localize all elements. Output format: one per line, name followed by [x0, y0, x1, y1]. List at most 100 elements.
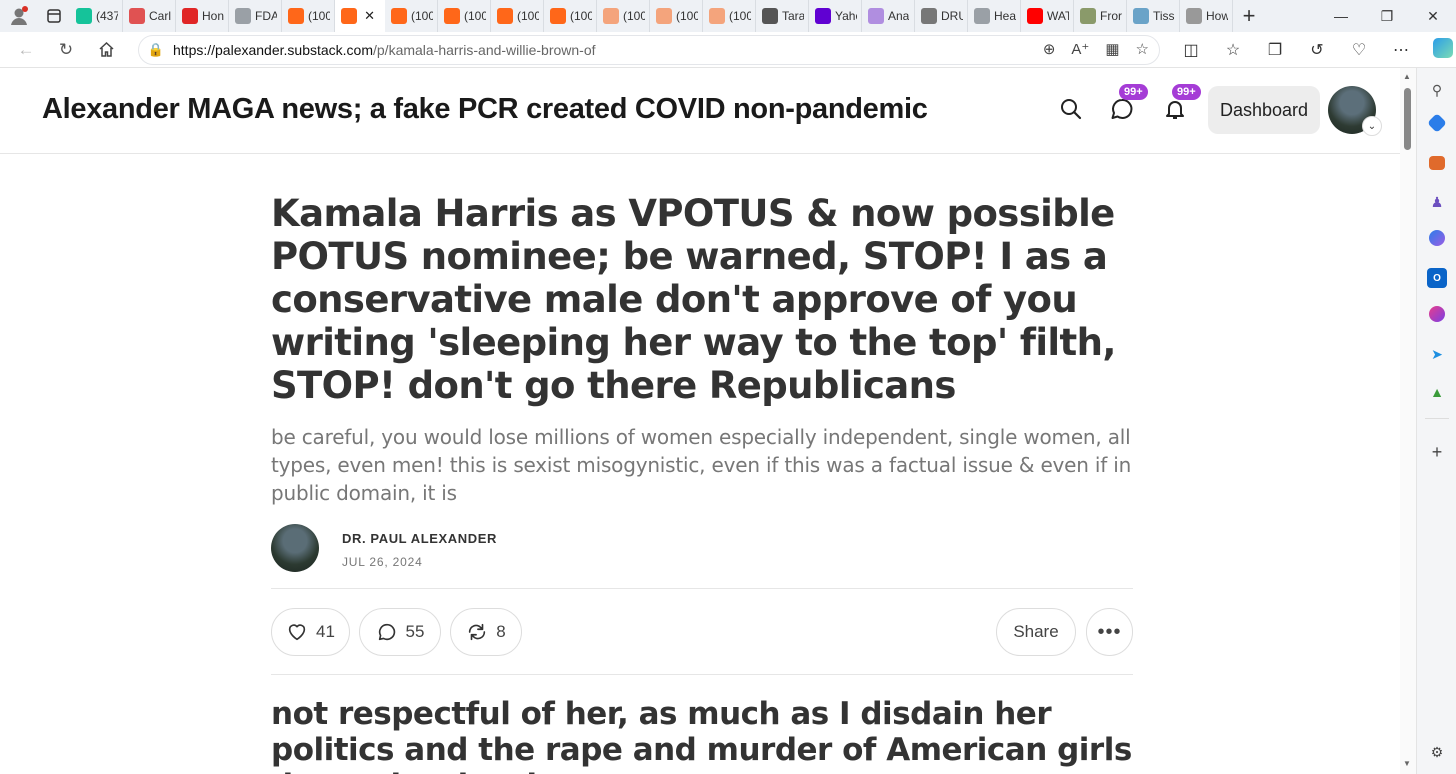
- profile-icon[interactable]: [0, 0, 38, 32]
- restack-button[interactable]: 8: [450, 608, 522, 656]
- tab-label: (100: [308, 9, 330, 23]
- like-button[interactable]: 41: [271, 608, 350, 656]
- browser-tab[interactable]: Yaho: [809, 0, 862, 32]
- tools-icon[interactable]: [1429, 156, 1445, 170]
- tab-active[interactable]: ✕: [335, 0, 385, 32]
- settings-icon[interactable]: ⚙: [1427, 742, 1447, 762]
- maximize-icon[interactable]: ❐: [1364, 0, 1410, 32]
- youtube-icon: [129, 8, 145, 24]
- tab-label: DRU: [941, 9, 963, 23]
- chat-badge: 99+: [1119, 84, 1148, 100]
- browser-tab[interactable]: Tara: [756, 0, 809, 32]
- refresh-icon[interactable]: ↻: [46, 32, 86, 68]
- tab-label: Fror: [1100, 9, 1122, 23]
- window-controls: — ❐ ✕: [1318, 0, 1456, 32]
- scrollbar-thumb[interactable]: [1404, 88, 1411, 150]
- add-sidebar-icon[interactable]: +: [1427, 442, 1447, 462]
- browser-tab[interactable]: WAT: [1021, 0, 1074, 32]
- scroll-up-icon[interactable]: ▲: [1403, 72, 1411, 81]
- site-title[interactable]: Alexander MAGA news; a fake PCR created …: [42, 93, 928, 126]
- url-path: /p/kamala-harris-and-willie-brown-of: [373, 42, 596, 58]
- browser-tab[interactable]: Hea: [968, 0, 1021, 32]
- user-avatar[interactable]: ⌄: [1328, 86, 1382, 136]
- browser-essentials-icon[interactable]: ♡: [1338, 40, 1380, 60]
- browser-tab[interactable]: (100: [703, 0, 756, 32]
- comment-button[interactable]: 55: [359, 608, 441, 656]
- history-icon[interactable]: ↺: [1296, 40, 1338, 60]
- browser-tab[interactable]: Carl: [123, 0, 176, 32]
- browser-tab[interactable]: DRU: [915, 0, 968, 32]
- author-name[interactable]: DR. PAUL ALEXANDER: [342, 531, 497, 546]
- minimize-icon[interactable]: —: [1318, 0, 1364, 32]
- notifications-icon[interactable]: 99+: [1160, 84, 1201, 124]
- url-bar[interactable]: 🔒 https://palexander.substack.com/p/kama…: [138, 35, 1160, 65]
- favorites-icon[interactable]: ☆: [1212, 40, 1254, 60]
- games-icon[interactable]: ♟: [1427, 192, 1447, 212]
- browser-tab[interactable]: FDA: [229, 0, 282, 32]
- browser-tab[interactable]: (100: [385, 0, 438, 32]
- image-icon: [1080, 8, 1096, 24]
- new-tab-icon[interactable]: +: [1233, 0, 1265, 32]
- close-tab-icon[interactable]: ✕: [364, 8, 375, 24]
- tab-label: Ana: [888, 9, 910, 23]
- post-date: JUL 26, 2024: [342, 555, 423, 569]
- tab-label: (100: [411, 9, 433, 23]
- browser-tab[interactable]: (100: [438, 0, 491, 32]
- read-aloud-icon[interactable]: A⁺: [1071, 40, 1089, 58]
- comment-count: 55: [405, 622, 425, 641]
- browser-tab[interactable]: Hon: [176, 0, 229, 32]
- browser-tab[interactable]: Fror: [1074, 0, 1127, 32]
- zoom-icon[interactable]: ⊕: [1043, 40, 1056, 58]
- browser-tab[interactable]: (100: [491, 0, 544, 32]
- browser-tab[interactable]: (100: [282, 0, 335, 32]
- search-icon[interactable]: [1056, 94, 1086, 124]
- url-bar-actions: ⊕ A⁺ ▦ ☆: [1043, 40, 1149, 58]
- substack-icon: [444, 8, 460, 24]
- search-sidebar-icon[interactable]: ⚲: [1427, 80, 1447, 100]
- byline: DR. PAUL ALEXANDER JUL 26, 2024: [271, 524, 1133, 584]
- scroll-down-icon[interactable]: ▼: [1403, 759, 1411, 768]
- chat-icon[interactable]: 99+: [1107, 84, 1148, 124]
- split-screen-icon[interactable]: ◫: [1170, 40, 1212, 60]
- tree-icon[interactable]: ▲: [1427, 382, 1447, 402]
- browser-tab[interactable]: (100: [544, 0, 597, 32]
- tab-actions-icon[interactable]: [38, 0, 70, 32]
- collections-icon[interactable]: ❐: [1254, 40, 1296, 60]
- chevron-down-icon[interactable]: ⌄: [1362, 116, 1382, 136]
- post-body-heading: not respectful of her, as much as I disd…: [271, 696, 1132, 774]
- tab-label: (100: [623, 9, 645, 23]
- favorite-star-icon[interactable]: ☆: [1136, 40, 1149, 58]
- browser-tab[interactable]: (437: [70, 0, 123, 32]
- author-avatar[interactable]: [271, 524, 319, 572]
- close-window-icon[interactable]: ✕: [1410, 0, 1456, 32]
- tab-label: Hea: [994, 9, 1016, 23]
- more-menu-icon[interactable]: ⋯: [1380, 40, 1422, 60]
- tab-label: Hon: [202, 9, 224, 23]
- lock-icon[interactable]: 🔒: [139, 42, 173, 58]
- browser-tab[interactable]: Tiss: [1127, 0, 1180, 32]
- tab-label: (100: [517, 9, 539, 23]
- back-icon[interactable]: ←: [6, 32, 46, 68]
- tab-label: (437: [96, 9, 118, 23]
- designer-icon[interactable]: [1429, 306, 1445, 322]
- browser-tab[interactable]: (100: [650, 0, 703, 32]
- telegram-icon[interactable]: ➤: [1427, 344, 1447, 364]
- outlook-icon[interactable]: O: [1427, 268, 1447, 288]
- browser-tab[interactable]: (100: [597, 0, 650, 32]
- shopping-icon[interactable]: [1427, 113, 1447, 133]
- tab-label: How: [1206, 9, 1228, 23]
- copilot-icon[interactable]: [1422, 37, 1456, 63]
- dashboard-button[interactable]: Dashboard: [1208, 86, 1320, 134]
- more-options-button[interactable]: •••: [1086, 608, 1133, 656]
- yahoo-icon: [815, 8, 831, 24]
- page-scrollbar[interactable]: ▲ ▼: [1400, 68, 1416, 774]
- like-count: 41: [316, 622, 335, 641]
- browser-tab[interactable]: How: [1180, 0, 1233, 32]
- youtube-icon: [1027, 8, 1043, 24]
- web-page: Alexander MAGA news; a fake PCR created …: [0, 68, 1400, 774]
- browser-tab[interactable]: Ana: [862, 0, 915, 32]
- microsoft-365-icon[interactable]: [1429, 230, 1445, 246]
- app-available-icon[interactable]: ▦: [1105, 40, 1119, 58]
- home-icon[interactable]: [86, 32, 126, 68]
- share-button[interactable]: Share: [996, 608, 1076, 656]
